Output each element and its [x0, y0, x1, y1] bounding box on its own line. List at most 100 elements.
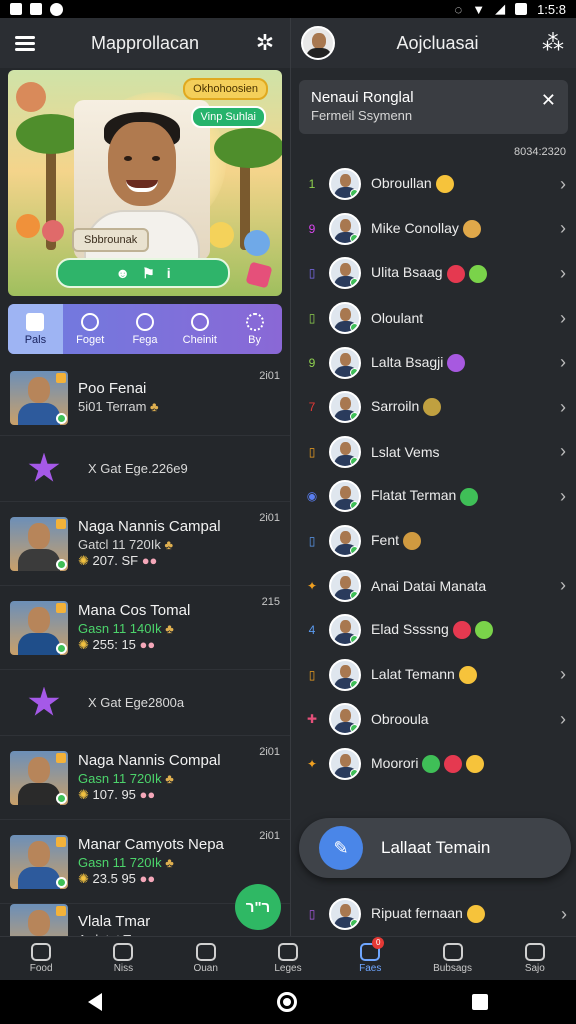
list-item[interactable]: Naga Nannis Campal Gatcl 11 720Ik ♣ ✺ 207.… — [0, 502, 290, 586]
nav-item-sajo[interactable]: Sajo — [494, 937, 576, 980]
emoji-icon — [468, 264, 487, 283]
chevron-right-icon[interactable]: › — [560, 397, 566, 418]
nav-item-bubsags[interactable]: Bubsags — [411, 937, 493, 980]
left-floating-action-button[interactable]: ר"ר — [235, 884, 281, 930]
nav-item-ouan[interactable]: Ouan — [165, 937, 247, 980]
tab-cheinit[interactable]: Cheinit — [172, 304, 227, 354]
suggestion-row[interactable]: X Gat Ege2800a — [0, 670, 290, 736]
item-name: Elad Ssssng — [371, 621, 566, 640]
list-item[interactable]: ✦ Anai Datai Manata › — [291, 563, 576, 608]
tab-foget[interactable]: Foget — [63, 304, 118, 354]
item-name: Oloulant — [371, 310, 550, 326]
row-name: Naga Nannis Compal — [78, 751, 221, 769]
chevron-right-icon[interactable]: › — [560, 709, 566, 730]
featured-banner[interactable]: Okhohoosien Vinp Suhlai Sbbrounak ☻ ⚑ i — [8, 70, 282, 296]
chevron-right-icon[interactable]: › — [561, 904, 567, 925]
profile-avatar[interactable] — [301, 26, 335, 60]
list-item[interactable]: ▯ Ripuat fernaan › — [291, 892, 576, 936]
list-item[interactable]: ◉ Flatat Terman › — [291, 474, 576, 519]
menu-icon[interactable] — [12, 30, 38, 56]
status-bar: ◌ ▼ ◢ 1:5:8 — [0, 0, 576, 18]
group-icon[interactable]: ⁂ — [540, 30, 566, 56]
item-name-text: Mike Conollay — [371, 219, 459, 236]
status-time: 1:5:8 — [537, 1, 566, 17]
avatar — [10, 834, 68, 889]
right-panel: Aojcluasai ⁂ Nenaui Ronglal Fermeil Ssym… — [290, 18, 576, 936]
list-item[interactable]: ✦ Moorori — [291, 742, 576, 787]
flag-icon[interactable]: ⚑ — [142, 265, 155, 282]
tab-by[interactable]: By — [227, 304, 282, 354]
row-name: Mana Cos Tomal — [78, 601, 191, 619]
notice-title: Nenaui Ronglal — [311, 89, 414, 106]
banner-action-bar[interactable]: ☻ ⚑ i — [56, 258, 230, 288]
emoji-icon — [460, 487, 479, 506]
item-name: Obrooula — [371, 711, 550, 727]
list-item[interactable]: 4 Elad Ssssng — [291, 608, 576, 653]
tab-label: Foget — [76, 333, 105, 346]
list-item[interactable]: Mana Cos Tomal Gasn 11 140Ik ♣ ✺ 255: 15 ●… — [0, 586, 290, 670]
list-item[interactable]: Poo Fenai 5i01 Terram ♣ 2i01 — [0, 360, 290, 436]
chevron-right-icon[interactable]: › — [560, 441, 566, 462]
list-item[interactable]: 9 Lalta Bsagji › — [291, 340, 576, 385]
emoji-icon — [462, 220, 481, 239]
recents-icon[interactable] — [472, 994, 489, 1010]
search-icon — [135, 312, 154, 331]
back-icon[interactable] — [87, 993, 102, 1011]
row-subtitle: Gasn 11 140Ik ♣ — [78, 621, 280, 637]
nav-item-faes[interactable]: Faes 0 — [329, 937, 411, 980]
chevron-right-icon[interactable]: › — [560, 218, 566, 239]
list-item[interactable]: 1 Obroullan › — [291, 162, 576, 207]
chevron-right-icon[interactable]: › — [560, 263, 566, 284]
emoji-icon — [423, 398, 442, 417]
nav-item-niss[interactable]: Niss — [82, 937, 164, 980]
list-item[interactable]: ▯ Lslat Vems › — [291, 430, 576, 475]
banner-chip-mid[interactable]: Vinp Suhlai — [190, 106, 266, 128]
add-friend-pill-button[interactable]: ✎ Lallaat Temain — [299, 818, 571, 878]
friends-list: 1 Obroullan › 9 Mike Conollay › ▯ Ulita Bsaag › ▯… — [291, 162, 576, 786]
row-text: Poo Fenai 5i01 Terram ♣ — [78, 380, 280, 415]
pig-icon: ●● — [139, 786, 156, 802]
list-item[interactable]: ▯ Oloulant › — [291, 296, 576, 341]
bear-icon[interactable]: ☻ — [115, 265, 130, 281]
tab-fega[interactable]: Fega — [118, 304, 173, 354]
settings-gear-icon[interactable]: ✲ — [252, 30, 278, 56]
row-subtitle: Gasn 11 720Ik ♣ — [78, 855, 280, 871]
list-item[interactable]: ▯ Ulita Bsaag › — [291, 251, 576, 296]
close-icon[interactable]: ✕ — [541, 90, 556, 111]
item-name-text: Fent — [371, 531, 400, 548]
chevron-right-icon[interactable]: › — [560, 575, 566, 596]
avatar — [329, 658, 361, 691]
emoji-icon — [403, 532, 422, 551]
avatar — [329, 435, 361, 468]
list-item[interactable]: ✚ Obrooula › — [291, 697, 576, 742]
chevron-right-icon[interactable]: › — [560, 174, 566, 195]
chevron-right-icon[interactable]: › — [560, 352, 566, 373]
nav-label: Ouan — [193, 963, 218, 974]
chevron-right-icon[interactable]: › — [560, 664, 566, 685]
nav-item-food[interactable]: Food — [0, 937, 82, 980]
chevron-right-icon[interactable]: › — [560, 486, 566, 507]
list-item[interactable]: ▯ Lalat Temann › — [291, 653, 576, 698]
row-time: 2i01 — [259, 746, 280, 758]
rank-marker: 4 — [308, 623, 316, 638]
list-item[interactable]: ▯ Fent — [291, 519, 576, 564]
list-item[interactable]: 7 Sarroiln › — [291, 385, 576, 430]
suggestion-row[interactable]: X Gat Ege.226e9 — [0, 436, 290, 502]
dots-grid-icon — [245, 312, 264, 331]
home-icon[interactable] — [276, 992, 297, 1012]
avatar — [329, 614, 361, 647]
chevron-right-icon[interactable]: › — [560, 308, 566, 329]
rank-marker: ▯ — [308, 534, 316, 549]
nav-item-leges[interactable]: Leges — [247, 937, 329, 980]
list-item[interactable]: Naga Nannis Compal Gasn 11 720Ik ♣ ✺ 107. … — [0, 736, 290, 820]
info-icon[interactable]: i — [167, 265, 171, 281]
list-item[interactable]: 9 Mike Conollay › — [291, 207, 576, 252]
suggestion-text: X Gat Ege.226e9 — [88, 461, 188, 476]
emoji-icon — [458, 665, 477, 684]
banner-chip-top[interactable]: Okhohoosien — [183, 78, 268, 100]
tab-pals[interactable]: Pals — [8, 304, 63, 354]
nav-label: Sajo — [524, 963, 545, 974]
notice-card[interactable]: Nenaui Ronglal Fermeil Ssymenn ✕ — [299, 80, 568, 134]
bottom-navigation: Food Niss Ouan Leges Faes 0 Bubsags Sajo — [0, 936, 576, 980]
avatar — [10, 600, 68, 655]
